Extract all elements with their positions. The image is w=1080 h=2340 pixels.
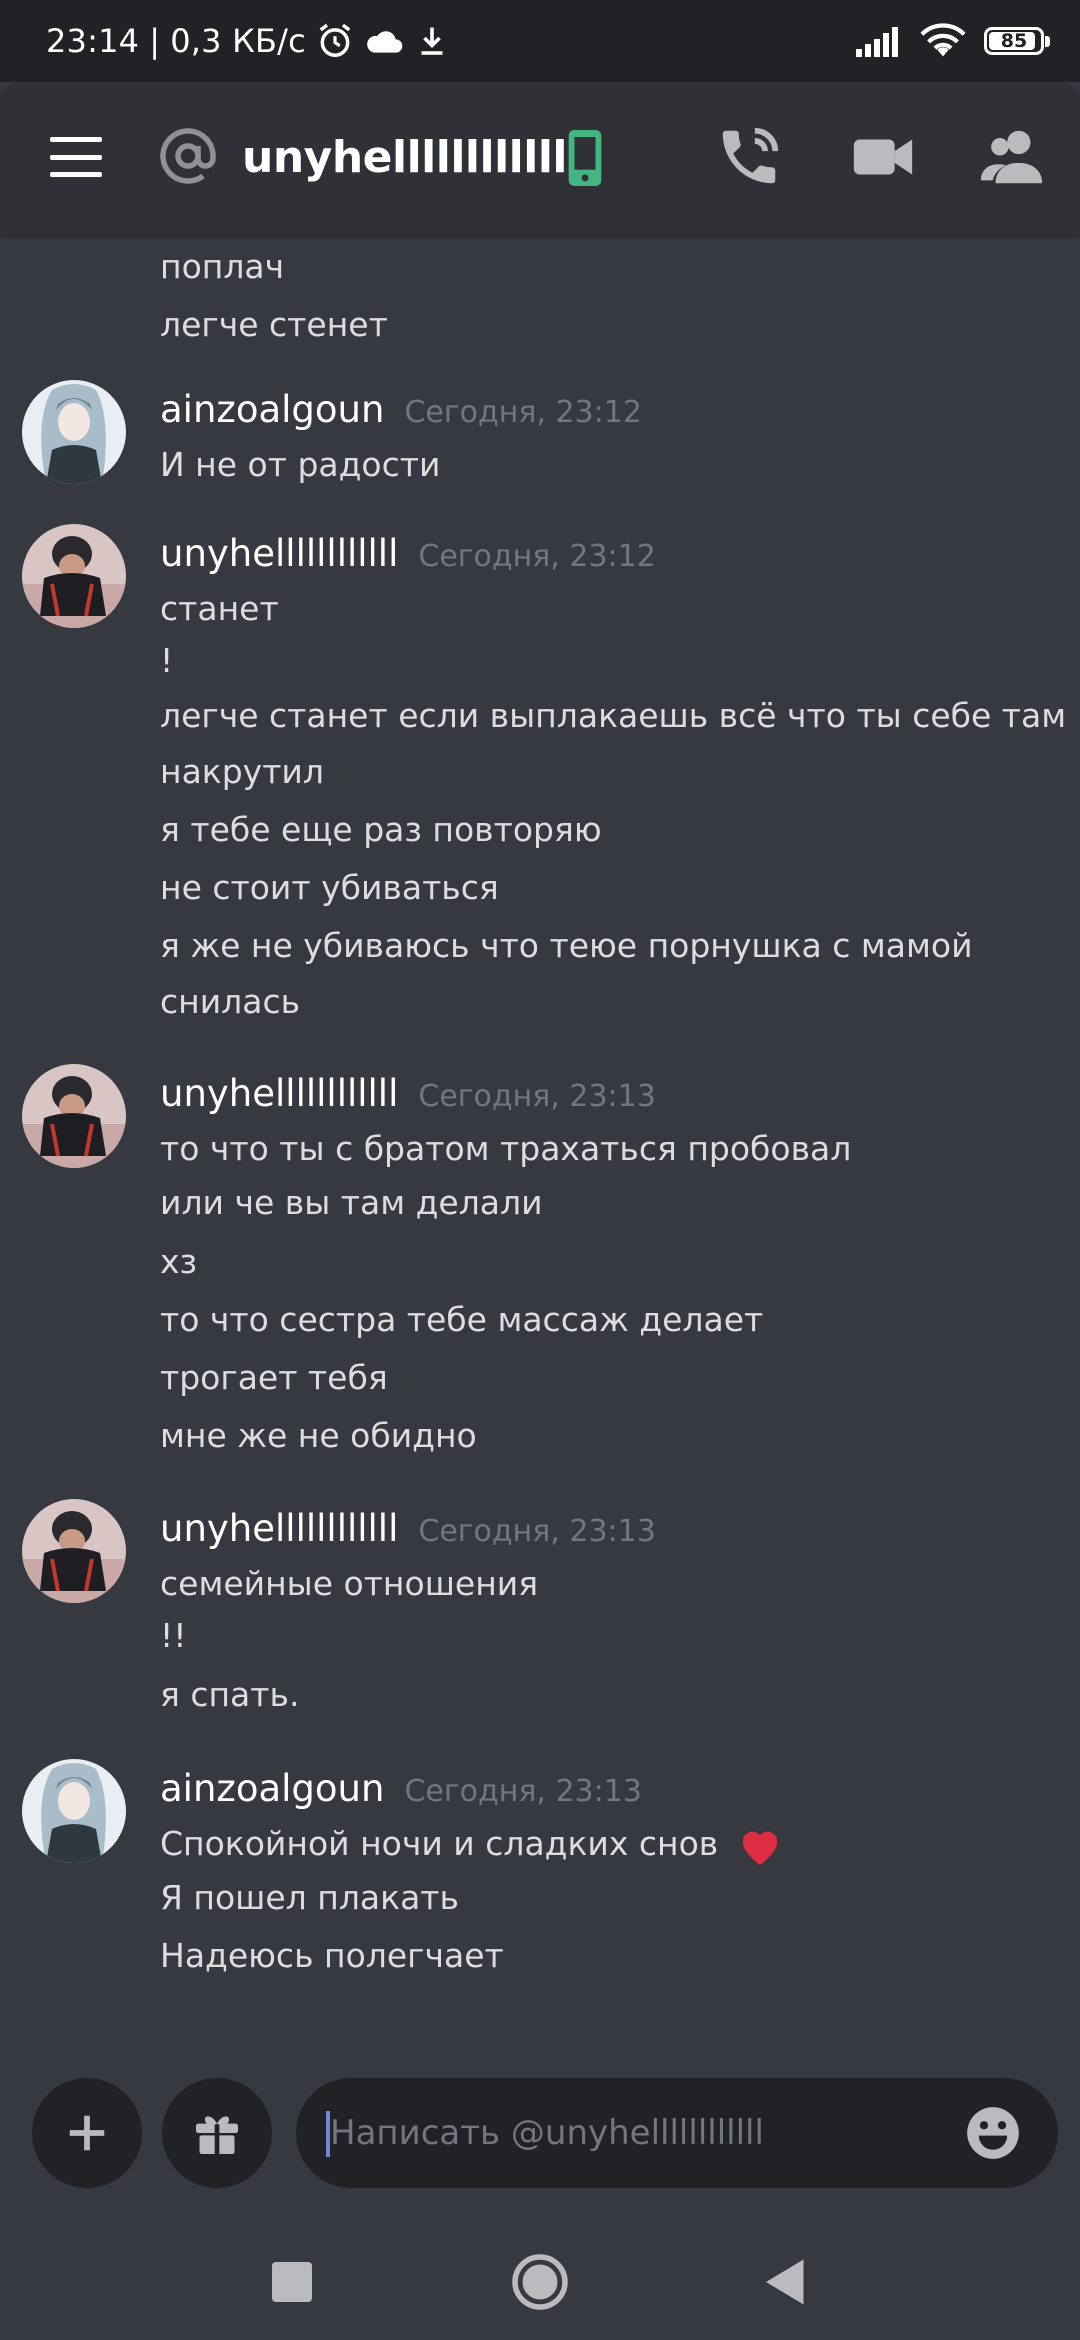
emoji-icon[interactable] <box>962 2102 1024 2164</box>
message-timestamp: Сегодня, 23:13 <box>418 1514 656 1549</box>
message-line: поплач <box>160 247 285 286</box>
avatar[interactable] <box>22 524 126 628</box>
message-line: хз <box>160 1242 198 1281</box>
message-line: я спать. <box>160 1675 300 1714</box>
message-line: трогает тебя <box>160 1358 388 1397</box>
author-line: ainzoalgoun Сегодня, 23:13 <box>160 1767 642 1819</box>
gift-icon <box>196 2116 238 2154</box>
battery-indicator: 85 <box>984 27 1050 55</box>
author-line: unyhellllllllllll Сегодня, 23:13 <box>160 1507 656 1559</box>
status-right: 85 <box>856 20 1050 62</box>
message-input[interactable]: Написать @unyhellllllllllll <box>296 2078 1058 2188</box>
author-line: unyhellllllllllll Сегодня, 23:12 <box>160 532 656 584</box>
message-line: я же не убиваюсь что теюе порнушка с мам… <box>160 926 973 965</box>
wifi-icon <box>920 23 966 57</box>
message-line: семейные отношения <box>160 1564 539 1603</box>
status-time: 23:14 <box>46 22 140 60</box>
gift-button[interactable] <box>162 2078 272 2188</box>
message-line: снилась <box>160 982 301 1021</box>
message-line: легче станет если выплакаешь всё что ты … <box>160 696 1067 735</box>
message-input-placeholder: Написать @unyhellllllllllll <box>330 2113 764 2153</box>
status-network-speed: 0,3 КБ/с <box>170 22 306 60</box>
status-separator: | <box>149 22 161 60</box>
message-timestamp: Сегодня, 23:13 <box>418 1079 656 1114</box>
avatar[interactable] <box>22 1064 126 1168</box>
channel-header: unyhellllllllllll <box>0 82 1080 234</box>
message-list[interactable]: поплач легче стенет ainzoalgoun Сегодня,… <box>0 234 1080 2054</box>
battery-level: 85 <box>1000 30 1028 52</box>
members-icon[interactable] <box>978 122 1048 192</box>
plus-icon <box>69 2115 105 2151</box>
system-nav-bar <box>0 2222 1080 2340</box>
alarm-icon <box>319 23 351 57</box>
message-line: легче стенет <box>160 305 388 344</box>
message-line: ! <box>160 641 174 680</box>
channel-title: unyhellllllllllll <box>242 132 567 183</box>
message-line: Спокойной ночи и сладких снов <box>160 1824 783 1867</box>
signal-icon <box>856 27 898 57</box>
author-name[interactable]: unyhellllllllllll <box>160 1507 398 1550</box>
author-line: ainzoalgoun Сегодня, 23:12 <box>160 388 642 440</box>
message-line: мне же не обидно <box>160 1416 477 1455</box>
at-icon <box>160 128 216 184</box>
message-line: Надеюсь полегчает <box>160 1936 504 1975</box>
heart-icon <box>742 1831 777 1865</box>
message-line: накрутил <box>160 752 324 791</box>
status-left: 23:14 | 0,3 КБ/с <box>46 18 450 64</box>
nav-recents-icon[interactable] <box>262 2252 322 2312</box>
author-name[interactable]: ainzoalgoun <box>160 1767 384 1810</box>
message-line: я тебе еще раз повторяю <box>160 810 602 849</box>
avatar[interactable] <box>22 380 126 484</box>
nav-back-icon[interactable] <box>756 2252 816 2312</box>
message-line: не стоит убиваться <box>160 868 499 907</box>
message-line: то что сестра тебе массаж делает <box>160 1300 764 1339</box>
download-icon <box>421 27 443 55</box>
message-line: !! <box>160 1616 187 1655</box>
nav-home-icon[interactable] <box>510 2252 570 2312</box>
add-attachment-button[interactable] <box>32 2078 142 2188</box>
author-name[interactable]: unyhellllllllllll <box>160 1072 398 1115</box>
message-line: Я пошел плакать <box>160 1878 459 1917</box>
message-text: Спокойной ночи и сладких снов <box>160 1824 719 1863</box>
message-timestamp: Сегодня, 23:13 <box>404 1774 642 1809</box>
mobile-icon <box>568 130 602 186</box>
message-composer: Написать @unyhellllllllllll <box>0 2054 1080 2222</box>
message-timestamp: Сегодня, 23:12 <box>404 395 642 430</box>
author-line: unyhellllllllllll Сегодня, 23:13 <box>160 1072 656 1124</box>
status-bar: 23:14 | 0,3 КБ/с 85 <box>0 0 1080 82</box>
message-line: то что ты с братом трахаться пробовал <box>160 1129 852 1168</box>
voice-call-icon[interactable] <box>714 122 784 192</box>
video-call-icon[interactable] <box>848 122 918 192</box>
avatar[interactable] <box>22 1759 126 1863</box>
avatar[interactable] <box>22 1499 126 1603</box>
message-line: станет <box>160 589 279 628</box>
author-name[interactable]: ainzoalgoun <box>160 388 384 431</box>
message-line: или че вы там делали <box>160 1183 543 1222</box>
message-timestamp: Сегодня, 23:12 <box>418 539 656 574</box>
cloud-icon <box>367 31 403 53</box>
menu-icon[interactable] <box>50 137 102 177</box>
message-line: И не от радости <box>160 445 441 484</box>
author-name[interactable]: unyhellllllllllll <box>160 532 398 575</box>
